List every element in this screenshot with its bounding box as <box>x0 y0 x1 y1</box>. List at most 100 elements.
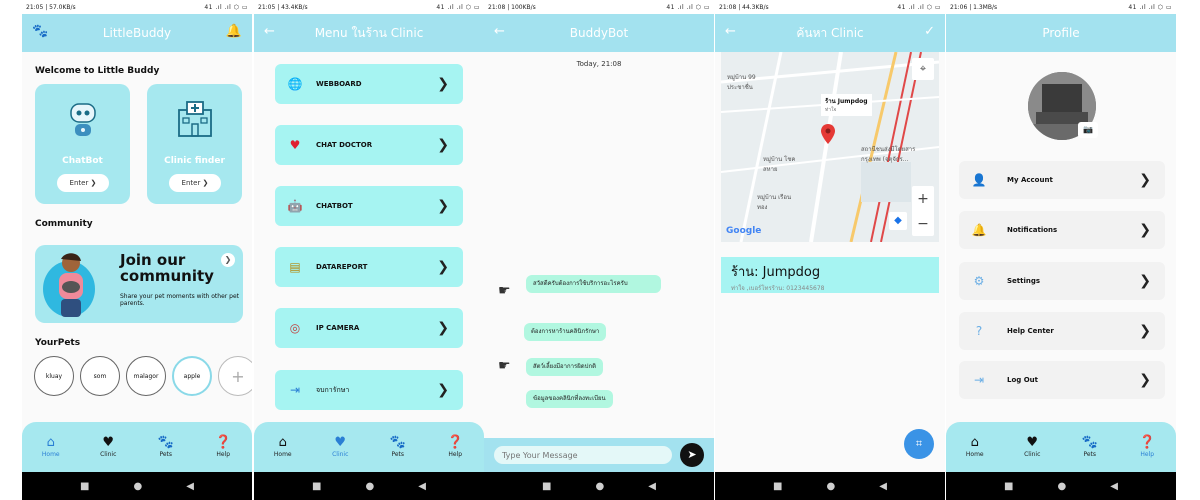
chatbot-card[interactable]: ChatBot Enter ❯ <box>35 84 130 204</box>
system-nav-bar: ■ ● ◀ <box>715 472 945 500</box>
zoom-out-button[interactable]: − <box>917 216 929 232</box>
clinic-finder-card-title: Clinic finder <box>164 156 225 166</box>
back-system-icon[interactable]: ◀ <box>186 481 194 492</box>
profile-item-help-center[interactable]: ? Help Center ❯ <box>959 312 1165 350</box>
menu-item-label: CHATBOT <box>316 202 353 210</box>
home-system-icon[interactable]: ● <box>134 481 143 492</box>
chatbot-enter-button[interactable]: Enter ❯ <box>57 174 109 192</box>
home-system-icon[interactable]: ● <box>596 481 605 492</box>
home-system-icon[interactable]: ● <box>827 481 836 492</box>
map-marker-title: ร้าน Jumpdog <box>825 98 868 105</box>
menu-item-datareport[interactable]: ▤ DATAREPORT ❯ <box>275 247 463 287</box>
profile-item-notifications[interactable]: 🔔 Notifications ❯ <box>959 211 1165 249</box>
hospital-icon <box>147 100 242 146</box>
app-title: LittleBuddy <box>102 26 172 40</box>
send-button[interactable]: ➤ <box>680 443 704 467</box>
status-right: 41 .ıl .ıl ⬡ ▭ <box>436 3 480 11</box>
back-arrow-icon[interactable]: ← <box>264 24 275 39</box>
scan-icon: ⌗ <box>915 437 923 450</box>
app-bar: ← BuddyBot <box>484 14 714 52</box>
back-arrow-icon[interactable]: ← <box>494 24 505 39</box>
chat-input-bar: ➤ <box>484 438 714 472</box>
back-system-icon[interactable]: ◀ <box>1110 481 1118 492</box>
nav-pets-label: Pets <box>1083 451 1097 458</box>
my-location-icon[interactable]: ⌖ <box>912 58 934 80</box>
bell-icon: 🔔 <box>971 223 987 237</box>
menu-item-end-treatment[interactable]: ⇥ จบการักษา ❯ <box>275 370 463 410</box>
robot-icon <box>35 100 130 148</box>
nav-pets[interactable]: 🐾 Pets <box>378 436 418 458</box>
back-arrow-icon[interactable]: ← <box>725 24 736 39</box>
nav-pets[interactable]: 🐾 Pets <box>146 436 186 458</box>
recents-icon[interactable]: ■ <box>312 481 321 492</box>
message-input[interactable] <box>494 446 672 464</box>
back-system-icon[interactable]: ◀ <box>648 481 656 492</box>
map-pin-icon[interactable] <box>821 124 835 144</box>
camera-icon: ◎ <box>289 321 301 335</box>
recents-icon[interactable]: ■ <box>542 481 551 492</box>
recents-icon[interactable]: ■ <box>1004 481 1013 492</box>
map-area-label: หมู่บ้าน โชคสหาย <box>763 156 796 173</box>
menu-item-chatbot[interactable]: 🤖 CHATBOT ❯ <box>275 186 463 226</box>
paw-icon: 🐾 <box>157 435 174 450</box>
app-bar: 🐾 LittleBuddy 🔔 <box>22 14 252 52</box>
heart-icon: ♥ <box>1026 435 1039 450</box>
help-icon: ? <box>975 324 983 338</box>
chat-date: Today, 21:08 <box>576 60 622 68</box>
profile-item-settings[interactable]: ⚙ Settings ❯ <box>959 262 1165 300</box>
pet-chip[interactable]: malagor <box>126 356 166 396</box>
home-system-icon[interactable]: ● <box>366 481 375 492</box>
app-bar: Profile <box>946 14 1176 52</box>
nav-home[interactable]: ⌂ Home <box>263 436 303 458</box>
profile-item-label: Notifications <box>1007 226 1058 234</box>
chat-heart-icon: ♥ <box>289 138 301 152</box>
community-banner[interactable]: Join our community Share your pet moment… <box>35 245 243 323</box>
directions-icon[interactable]: ◆ <box>889 212 907 230</box>
recents-icon[interactable]: ■ <box>773 481 782 492</box>
menu-item-webboard[interactable]: 🌐 WEBBOARD ❯ <box>275 64 463 104</box>
add-pet-button[interactable]: + <box>218 356 252 396</box>
nav-clinic[interactable]: ♥ Clinic <box>88 436 128 458</box>
app-title: ค้นหา Clinic <box>796 25 864 40</box>
zoom-in-button[interactable]: + <box>917 191 929 207</box>
menu-item-ip-camera[interactable]: ◎ IP CAMERA ❯ <box>275 308 463 348</box>
chevron-right-icon: ❯ <box>1139 172 1151 188</box>
nav-help[interactable]: ❓ Help <box>435 436 475 458</box>
menu-item-chat-doctor[interactable]: ♥ CHAT DOCTOR ❯ <box>275 125 463 165</box>
clinic-finder-enter-button[interactable]: Enter ❯ <box>169 174 221 192</box>
map-view[interactable]: หมู่บ้าน 99 ประชาชื่น หมู่บ้าน โชคสหาย ห… <box>721 52 939 242</box>
check-icon[interactable]: ✓ <box>924 24 935 39</box>
profile-item-label: My Account <box>1007 176 1053 184</box>
nav-help[interactable]: ❓ Help <box>1127 436 1167 458</box>
pet-chip[interactable]: kluay <box>34 356 74 396</box>
recents-icon[interactable]: ■ <box>80 481 89 492</box>
chevron-right-icon[interactable]: ❯ <box>221 253 235 267</box>
nav-clinic[interactable]: ♥ Clinic <box>320 436 360 458</box>
back-system-icon[interactable]: ◀ <box>418 481 426 492</box>
clinic-finder-card[interactable]: Clinic finder Enter ❯ <box>147 84 242 204</box>
nav-home[interactable]: ⌂ Home <box>955 436 995 458</box>
bell-icon[interactable]: 🔔 <box>226 24 242 39</box>
home-icon: ⌂ <box>278 435 287 450</box>
globe-icon: 🌐 <box>287 77 303 91</box>
chevron-right-icon: ❯ <box>437 76 449 92</box>
pet-chip[interactable]: som <box>80 356 120 396</box>
nav-home[interactable]: ⌂ Home <box>31 436 71 458</box>
bottom-nav: ⌂ Home ♥ Clinic 🐾 Pets ❓ Help <box>254 422 484 472</box>
back-system-icon[interactable]: ◀ <box>879 481 887 492</box>
nav-pets[interactable]: 🐾 Pets <box>1070 436 1110 458</box>
home-system-icon[interactable]: ● <box>1058 481 1067 492</box>
camera-icon[interactable]: 📷 <box>1078 122 1098 138</box>
nav-clinic[interactable]: ♥ Clinic <box>1012 436 1052 458</box>
profile-item-log-out[interactable]: ⇥ Log Out ❯ <box>959 361 1165 399</box>
nav-home-label: Home <box>965 451 984 458</box>
nav-help[interactable]: ❓ Help <box>203 436 243 458</box>
profile-item-my-account[interactable]: 👤 My Account ❯ <box>959 161 1165 199</box>
status-bar: 21:05 | 57.0KB/s 41 .ıl .ıl ⬡ ▭ <box>22 0 252 14</box>
scan-button[interactable]: ⌗ <box>904 429 934 459</box>
place-card[interactable]: ร้าน: Jumpdog ท่าใจ ,เบอร์โทรร้าน: 01234… <box>721 257 939 293</box>
pet-chip-selected[interactable]: apple <box>172 356 212 396</box>
chevron-right-icon: ❯ <box>437 198 449 214</box>
status-left: 21:06 | 1.3MB/s <box>950 3 998 11</box>
app-bar: ← Menu ในร้าน Clinic <box>254 14 484 52</box>
